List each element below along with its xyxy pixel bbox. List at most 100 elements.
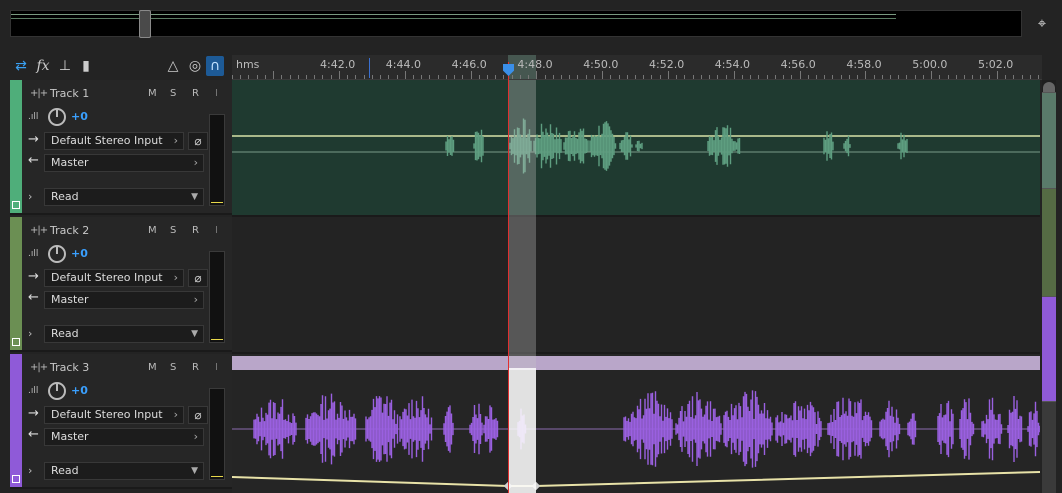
mute-button[interactable]: M xyxy=(148,362,157,373)
ruler-tick-label: 4:52.0 xyxy=(649,58,685,71)
volume-envelope-line[interactable] xyxy=(232,471,1040,487)
record-arm-button[interactable]: R xyxy=(192,88,199,99)
record-arm-button[interactable]: R xyxy=(192,362,199,373)
ruler-tick xyxy=(914,75,916,79)
ruler-tick xyxy=(741,75,743,79)
ruler-tick xyxy=(610,75,612,79)
track-color-strip[interactable] xyxy=(10,354,22,487)
expand-chevron-icon[interactable]: › xyxy=(28,190,32,203)
output-select[interactable]: Master › xyxy=(44,154,204,172)
track-header-1[interactable]: +|+ Track 1 M S R I .ıll +0 → Default St… xyxy=(10,80,232,215)
track-name[interactable]: Track 1 xyxy=(50,87,89,100)
input-monitor-button[interactable]: I xyxy=(215,88,218,99)
phase-invert-icon[interactable]: ⌀ xyxy=(188,132,208,150)
ruler-tick xyxy=(840,75,842,79)
ruler-tick xyxy=(815,75,817,79)
phase-invert-icon[interactable]: ⌀ xyxy=(188,406,208,424)
mute-button[interactable]: M xyxy=(148,88,157,99)
cue-marker[interactable] xyxy=(369,58,370,78)
overview-navigator[interactable] xyxy=(10,10,1022,38)
volume-value[interactable]: +0 xyxy=(71,247,88,260)
track-header-2[interactable]: +|+ Track 2 M S R I .ıll +0 → Default St… xyxy=(10,217,232,352)
timeline-ruler[interactable]: hms 4:42.0 4:44.0 4:46.0 4:48.0 4:50.0 4:52.0… xyxy=(232,55,1042,80)
ruler-tick xyxy=(618,75,620,79)
volume-value[interactable]: +0 xyxy=(71,384,88,397)
track-name[interactable]: Track 3 xyxy=(50,361,89,374)
chevron-down-icon: ▼ xyxy=(191,466,198,476)
ruler-tick xyxy=(412,75,414,79)
input-monitor-button[interactable]: I xyxy=(215,225,218,236)
overview-zoom-handle[interactable] xyxy=(139,10,151,38)
solo-button[interactable]: S xyxy=(170,225,176,236)
ruler-tick xyxy=(347,75,349,79)
automation-mode-select[interactable]: Read ▼ xyxy=(44,462,204,480)
track-lane-3[interactable] xyxy=(232,352,1040,493)
chevron-right-icon: › xyxy=(173,408,178,421)
ruler-tick xyxy=(791,75,793,79)
eq-bars-icon[interactable]: ▮ xyxy=(77,56,95,76)
output-select-label: Master xyxy=(51,293,89,306)
ruler-tick xyxy=(996,71,998,79)
ruler-tick xyxy=(643,75,645,79)
ruler-tick xyxy=(355,75,357,79)
input-select[interactable]: Default Stereo Input › xyxy=(44,406,184,424)
solo-button[interactable]: S xyxy=(170,362,176,373)
input-select[interactable]: Default Stereo Input › xyxy=(44,132,184,150)
volume-knob[interactable] xyxy=(48,382,66,400)
timeline-tool-icon[interactable]: ◎ xyxy=(186,56,204,76)
ruler-tick xyxy=(939,75,941,79)
output-select[interactable]: Master › xyxy=(44,291,204,309)
ruler-tick-label: 4:46.0 xyxy=(451,58,487,71)
ruler-tick xyxy=(857,75,859,79)
track-select-swatch[interactable] xyxy=(12,201,20,209)
track-select-swatch[interactable] xyxy=(12,475,20,483)
chevron-right-icon: › xyxy=(173,271,178,284)
output-select[interactable]: Master › xyxy=(44,428,204,446)
ruler-tick xyxy=(1038,75,1040,79)
track-color-strip[interactable] xyxy=(10,217,22,350)
ruler-tick xyxy=(692,75,694,79)
waveform-segment xyxy=(707,125,741,167)
input-output-toggle-icon[interactable]: ⇄ xyxy=(12,56,30,76)
metronome-icon[interactable]: △ xyxy=(164,56,182,76)
track-header-3[interactable]: +|+ Track 3 M S R I .ıll +0 → Default St… xyxy=(10,354,232,489)
effects-fx-icon[interactable]: fx xyxy=(34,56,52,76)
solo-button[interactable]: S xyxy=(170,88,176,99)
snap-magnet-icon[interactable]: ∩ xyxy=(206,56,224,76)
chevron-down-icon: ▼ xyxy=(191,329,198,339)
input-select[interactable]: Default Stereo Input › xyxy=(44,269,184,287)
track-color-strip[interactable] xyxy=(10,80,22,213)
ruler-tick xyxy=(528,75,530,79)
volume-knob[interactable] xyxy=(48,108,66,126)
input-arrow-icon: → xyxy=(28,269,39,284)
track-lane-1[interactable] xyxy=(232,80,1040,215)
track-name[interactable]: Track 2 xyxy=(50,224,89,237)
sends-icon[interactable]: ⊥ xyxy=(56,56,74,76)
volume-value[interactable]: +0 xyxy=(71,110,88,123)
ruler-tick xyxy=(561,75,562,79)
record-arm-button[interactable]: R xyxy=(192,225,199,236)
track-lane-2[interactable] xyxy=(232,215,1040,352)
vertical-scroll-thumb[interactable] xyxy=(1043,82,1055,92)
waveform-segment xyxy=(443,405,454,453)
playhead[interactable] xyxy=(508,62,509,493)
zoom-to-selection-icon[interactable]: ⌖ xyxy=(1032,13,1052,33)
automation-mode-label: Read xyxy=(51,327,79,340)
expand-chevron-icon[interactable]: › xyxy=(28,327,32,340)
automation-mode-select[interactable]: Read ▼ xyxy=(44,188,204,206)
track-select-swatch[interactable] xyxy=(12,338,20,346)
volume-knob[interactable] xyxy=(48,245,66,263)
phase-invert-icon[interactable]: ⌀ xyxy=(188,269,208,287)
output-arrow-icon: ← xyxy=(28,290,39,305)
automation-mode-select[interactable]: Read ▼ xyxy=(44,325,204,343)
ruler-tick-label: 4:48.0 xyxy=(517,58,553,71)
waveform-segment xyxy=(623,391,673,467)
automation-mode-label: Read xyxy=(51,464,79,477)
input-monitor-button[interactable]: I xyxy=(215,362,218,373)
ruler-tick xyxy=(635,75,637,79)
mute-button[interactable]: M xyxy=(148,225,157,236)
volume-icon: .ıll xyxy=(28,112,39,122)
waveform-segment xyxy=(843,135,851,157)
waveform-segment xyxy=(1027,401,1040,457)
expand-chevron-icon[interactable]: › xyxy=(28,464,32,477)
